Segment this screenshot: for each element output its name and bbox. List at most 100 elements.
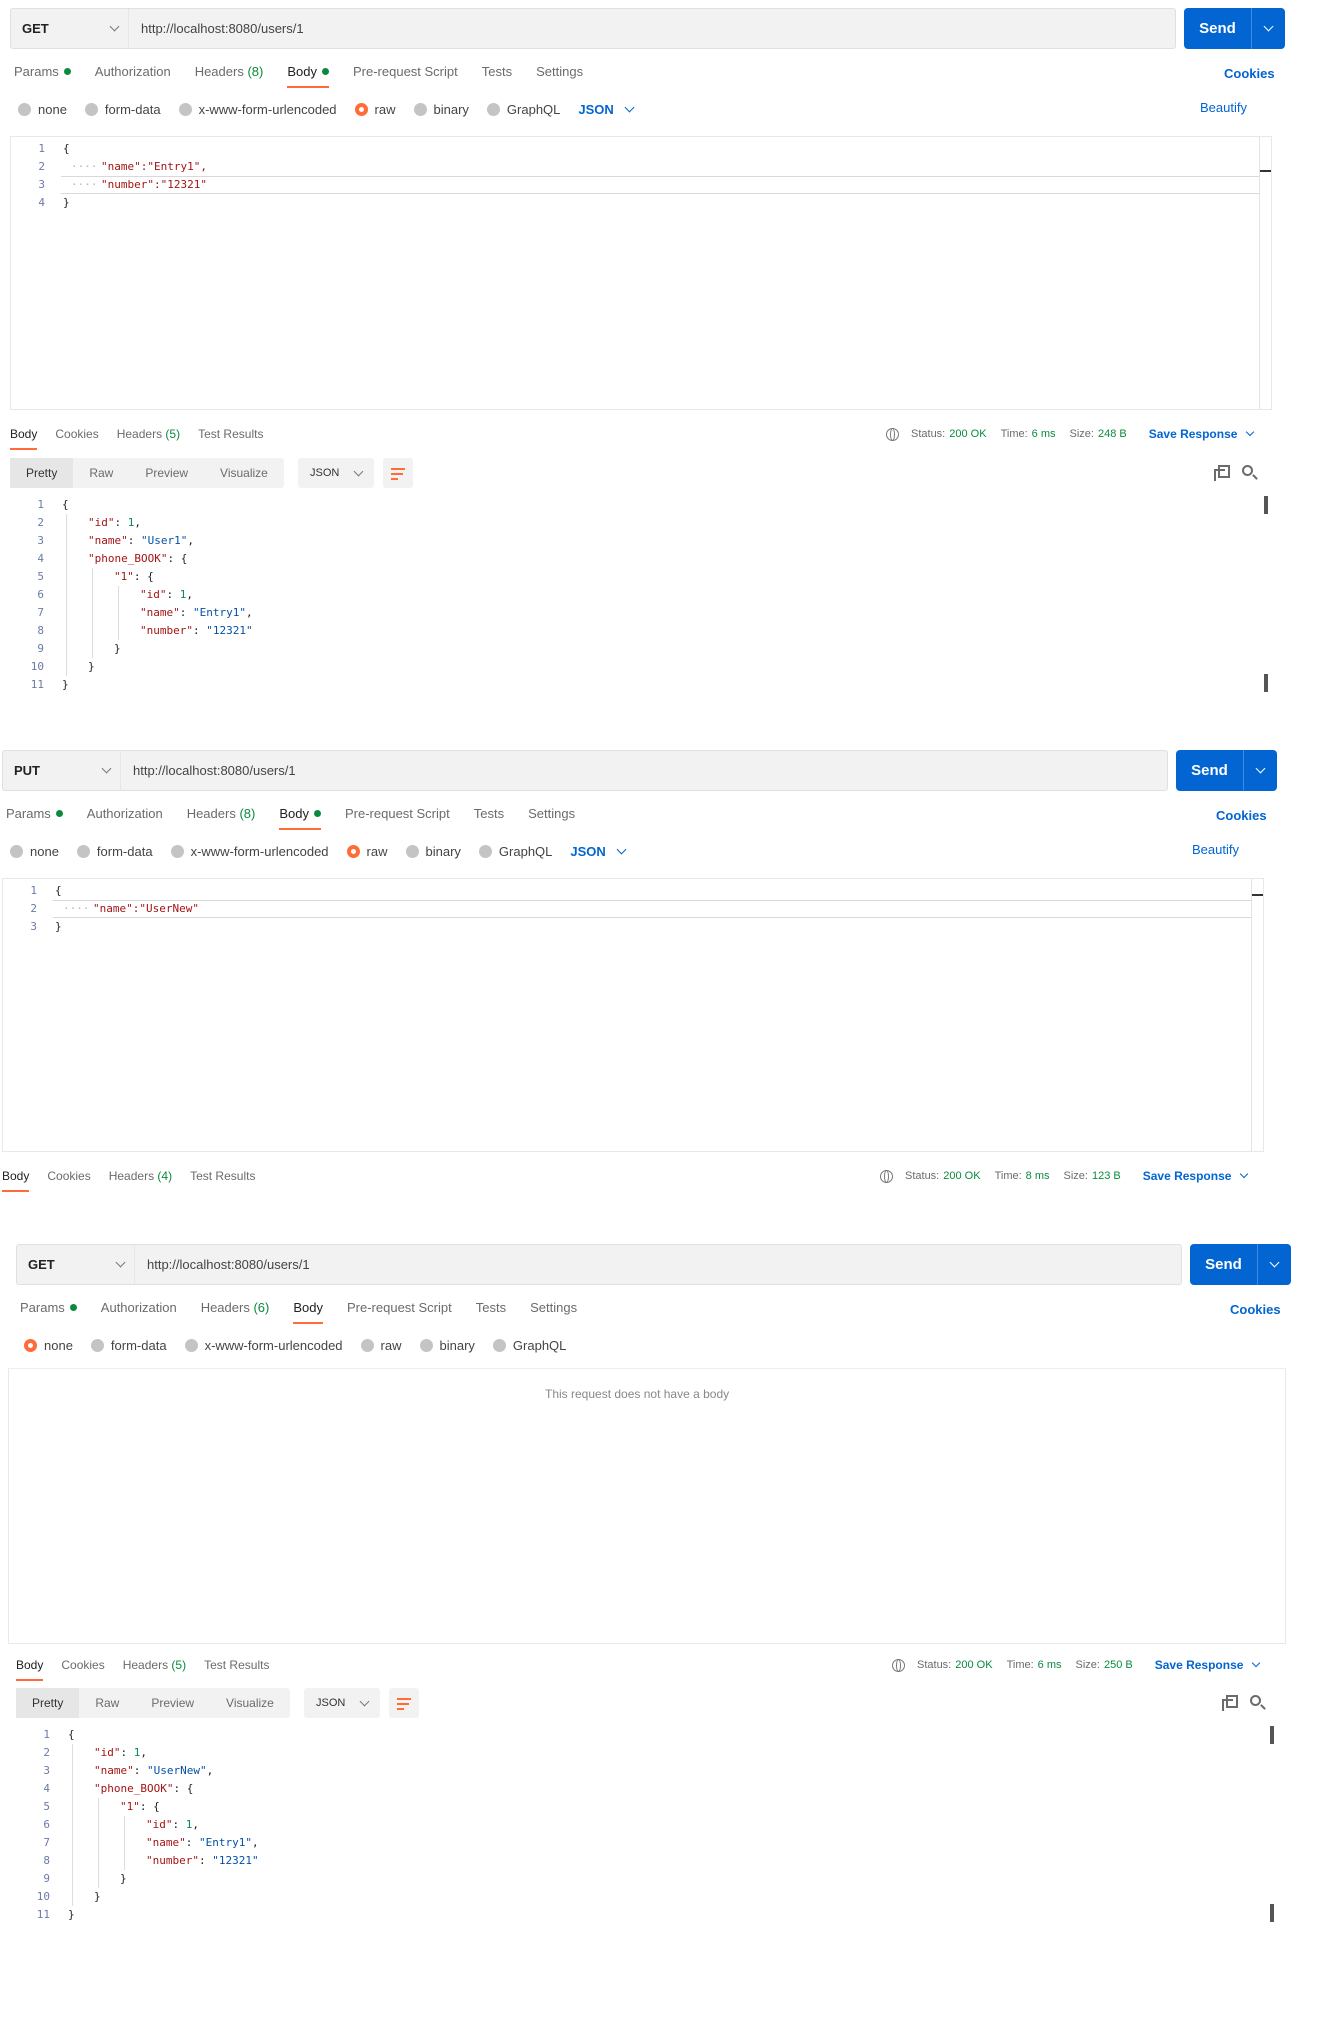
beautify-link[interactable]: Beautify [1192, 842, 1239, 857]
tab-tests[interactable]: Tests [482, 58, 512, 86]
view-raw[interactable]: Raw [79, 1688, 135, 1718]
scroll-thumb[interactable] [1260, 170, 1271, 172]
wrap-lines-icon[interactable] [389, 1688, 419, 1718]
response-tab-body[interactable]: Body [2, 1162, 30, 1192]
scroll-thumb[interactable] [1270, 1726, 1274, 1744]
view-preview[interactable]: Preview [129, 458, 204, 488]
response-tab-headers[interactable]: Headers (5) [117, 420, 180, 448]
response-scrollbar[interactable] [1266, 1726, 1278, 1926]
tab-headers[interactable]: Headers (8) [187, 800, 256, 828]
radio-none[interactable]: none [10, 844, 59, 859]
response-tab-cookies[interactable]: Cookies [61, 1651, 104, 1679]
send-button[interactable]: Send [1184, 8, 1285, 49]
response-tab-test-results[interactable]: Test Results [204, 1651, 269, 1679]
save-response-button[interactable]: Save Response [1155, 1658, 1261, 1672]
save-response-button[interactable]: Save Response [1143, 1169, 1249, 1183]
wrap-lines-icon[interactable] [383, 458, 413, 488]
send-dropdown[interactable] [1244, 763, 1277, 774]
radio-none[interactable]: none [24, 1338, 73, 1353]
tab-settings[interactable]: Settings [528, 800, 575, 828]
response-tab-test-results[interactable]: Test Results [198, 420, 263, 448]
tab-prerequest[interactable]: Pre-request Script [347, 1294, 452, 1322]
url-input[interactable]: http://localhost:8080/users/1 [135, 1257, 1181, 1272]
tab-tests[interactable]: Tests [476, 1294, 506, 1322]
search-icon[interactable] [1250, 1695, 1261, 1706]
scroll-thumb[interactable] [1264, 496, 1268, 514]
radio-form-data[interactable]: form-data [76, 844, 153, 859]
tab-params[interactable]: Params [20, 1294, 77, 1322]
url-input[interactable]: http://localhost:8080/users/1 [121, 763, 1167, 778]
radio-urlencoded[interactable]: x-www-form-urlencoded [184, 1338, 343, 1353]
tab-headers[interactable]: Headers (8) [195, 58, 264, 86]
response-tab-body[interactable]: Body [10, 420, 38, 450]
editor-scrollbar[interactable] [1259, 137, 1271, 409]
tab-params[interactable]: Params [14, 58, 71, 86]
radio-raw[interactable]: raw [360, 1338, 402, 1353]
view-preview[interactable]: Preview [135, 1688, 210, 1718]
response-tab-body[interactable]: Body [16, 1651, 44, 1681]
editor-scrollbar[interactable] [1251, 879, 1263, 1151]
response-tab-headers[interactable]: Headers (5) [123, 1651, 186, 1679]
copy-icon[interactable] [1222, 1695, 1238, 1711]
radio-raw[interactable]: raw [346, 844, 388, 859]
radio-none[interactable]: none [18, 102, 67, 117]
view-visualize[interactable]: Visualize [210, 1688, 290, 1718]
request-body-editor[interactable]: 1 { 2 ···· "name":"UserNew" 3} [2, 878, 1264, 1152]
copy-icon[interactable] [1214, 465, 1230, 481]
beautify-link[interactable]: Beautify [1200, 100, 1247, 115]
method-select[interactable]: GET [17, 1245, 135, 1284]
scroll-thumb-end[interactable] [1264, 674, 1268, 692]
method-select[interactable]: PUT [3, 751, 121, 790]
send-button[interactable]: Send [1190, 1244, 1291, 1285]
tab-body[interactable]: Body [279, 800, 321, 830]
tab-body[interactable]: Body [293, 1294, 323, 1324]
tab-prerequest[interactable]: Pre-request Script [353, 58, 458, 86]
language-select[interactable]: JSON [570, 844, 627, 859]
scroll-thumb[interactable] [1252, 894, 1263, 896]
radio-raw[interactable]: raw [354, 102, 396, 117]
radio-form-data[interactable]: form-data [84, 102, 161, 117]
view-pretty[interactable]: Pretty [16, 1688, 80, 1718]
tab-authorization[interactable]: Authorization [95, 58, 171, 86]
tab-authorization[interactable]: Authorization [87, 800, 163, 828]
language-select[interactable]: JSON [578, 102, 635, 117]
view-pretty[interactable]: Pretty [10, 458, 74, 488]
view-visualize[interactable]: Visualize [204, 458, 284, 488]
radio-graphql[interactable]: GraphQL [478, 844, 552, 859]
send-button[interactable]: Send [1176, 750, 1277, 791]
globe-icon[interactable] [886, 427, 899, 441]
radio-binary[interactable]: binary [405, 844, 461, 859]
cookies-link[interactable]: Cookies [1216, 808, 1267, 823]
response-tab-cookies[interactable]: Cookies [47, 1162, 90, 1190]
scroll-thumb-end[interactable] [1270, 1904, 1274, 1922]
send-dropdown[interactable] [1252, 21, 1285, 32]
response-tab-test-results[interactable]: Test Results [190, 1162, 255, 1190]
tab-authorization[interactable]: Authorization [101, 1294, 177, 1322]
radio-binary[interactable]: binary [419, 1338, 475, 1353]
radio-urlencoded[interactable]: x-www-form-urlencoded [170, 844, 329, 859]
radio-graphql[interactable]: GraphQL [486, 102, 560, 117]
search-icon[interactable] [1242, 465, 1253, 476]
response-tab-headers[interactable]: Headers (4) [109, 1162, 172, 1190]
response-format-select[interactable]: JSON [304, 1688, 380, 1718]
cookies-link[interactable]: Cookies [1230, 1302, 1281, 1317]
response-tab-cookies[interactable]: Cookies [55, 420, 98, 448]
response-scrollbar[interactable] [1260, 496, 1272, 696]
radio-graphql[interactable]: GraphQL [492, 1338, 566, 1353]
radio-urlencoded[interactable]: x-www-form-urlencoded [178, 102, 337, 117]
request-body-editor[interactable]: 1 { 2 ···· "name":"Entry1", 3 ···· "number":"… [10, 136, 1272, 410]
tab-settings[interactable]: Settings [530, 1294, 577, 1322]
response-format-select[interactable]: JSON [298, 458, 374, 488]
tab-headers[interactable]: Headers (6) [201, 1294, 270, 1322]
globe-icon[interactable] [892, 1658, 905, 1672]
send-dropdown[interactable] [1258, 1257, 1291, 1268]
radio-binary[interactable]: binary [413, 102, 469, 117]
cookies-link[interactable]: Cookies [1224, 66, 1275, 81]
globe-icon[interactable] [880, 1169, 893, 1183]
save-response-button[interactable]: Save Response [1149, 427, 1255, 441]
url-input[interactable]: http://localhost:8080/users/1 [129, 21, 1175, 36]
view-raw[interactable]: Raw [73, 458, 129, 488]
tab-settings[interactable]: Settings [536, 58, 583, 86]
tab-tests[interactable]: Tests [474, 800, 504, 828]
tab-prerequest[interactable]: Pre-request Script [345, 800, 450, 828]
